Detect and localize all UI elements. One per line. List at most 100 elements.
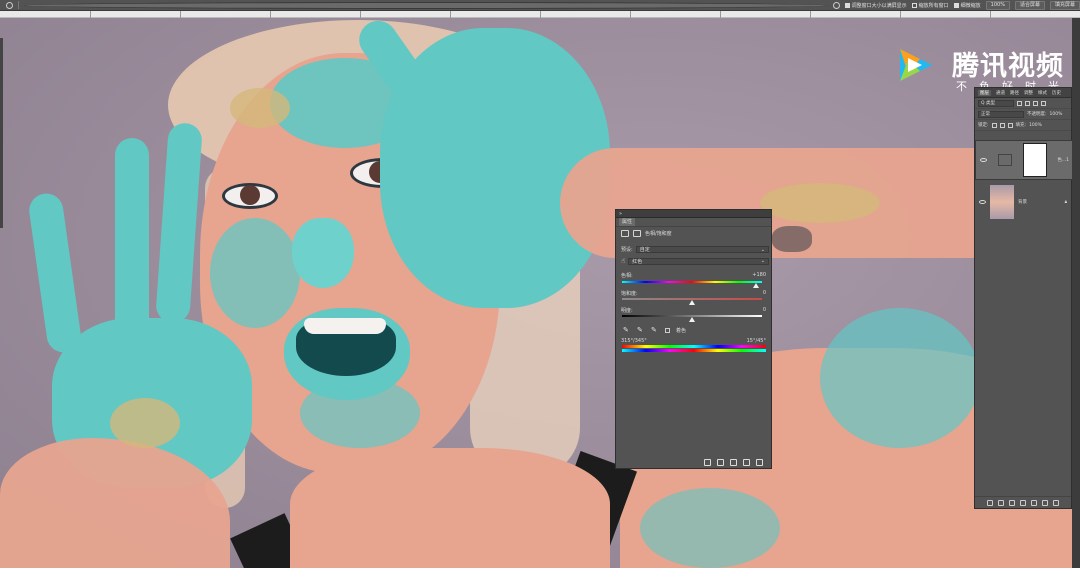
folder-icon[interactable] (1031, 499, 1037, 506)
zoom-tool-icon[interactable] (6, 1, 13, 9)
shape-filter-icon[interactable] (1041, 100, 1046, 106)
adjustment-header: 色相/饱和度 (616, 227, 771, 239)
eyedropper-plus-icon[interactable]: ✎ (637, 326, 645, 334)
range-right-value: 15°/45° (746, 338, 766, 344)
visibility-eye-icon[interactable] (979, 200, 986, 204)
chevron-down-icon: ⌄ (760, 258, 765, 264)
visibility-eye-icon[interactable] (980, 158, 987, 162)
teeth (304, 318, 386, 334)
tab-history[interactable]: 历史 (1052, 90, 1061, 96)
options-bar: 调整窗口大小以满屏显示 缩放所有窗口 细微缩放 100% 适合屏幕 填充屏幕 (0, 0, 1080, 11)
adjustment-name: 色相/饱和度 (645, 230, 672, 237)
skin-mottle (110, 398, 180, 448)
mask-icon[interactable] (633, 229, 641, 237)
zoom-in-icon[interactable] (24, 1, 828, 9)
scrubby-zoom-checkbox[interactable]: 细微缩放 (953, 2, 981, 9)
lightness-label: 明度: (621, 308, 633, 314)
separator (18, 1, 19, 9)
layer-item[interactable]: 色...1 (975, 140, 1073, 180)
zoom-all-windows-label: 缩放所有窗口 (918, 2, 949, 9)
resize-windows-checkbox[interactable]: 调整窗口大小以满屏显示 (844, 2, 907, 9)
chest-patch (640, 488, 780, 568)
layer-mask-thumbnail[interactable] (1022, 143, 1047, 177)
checkbox-box[interactable] (844, 2, 850, 8)
chevron-down-icon: ⌄ (760, 246, 765, 253)
shoulder-patch (820, 308, 980, 448)
visibility-eye-icon[interactable] (743, 458, 750, 466)
trash-icon[interactable] (756, 458, 763, 466)
adjustment-layer-icon (997, 154, 1012, 166)
colorize-label: 着色 (676, 327, 687, 334)
lock-all-icon[interactable] (1007, 122, 1013, 128)
collapse-icon[interactable]: » (619, 211, 622, 217)
hue-slider-thumb[interactable] (753, 283, 760, 288)
tab-channels[interactable]: 通道 (996, 90, 1005, 96)
tab-layers[interactable]: 图层 (978, 89, 991, 96)
adjust-filter-icon[interactable] (1025, 100, 1030, 106)
checkbox-box[interactable] (911, 2, 917, 8)
document-canvas[interactable]: 腾讯视频 不负好时光 (0, 18, 1080, 568)
layer-name[interactable]: 色...1 (1057, 157, 1069, 163)
fill-value[interactable]: 100% (1029, 123, 1042, 128)
fill-label: 填充: (1015, 123, 1027, 128)
zoom-out-icon[interactable] (832, 1, 840, 9)
color-bar-bottom[interactable] (622, 349, 766, 352)
preset-label: 预设: (621, 247, 633, 253)
toolbar-edge (0, 38, 3, 228)
panel-header: » (616, 210, 771, 218)
lock-label: 锁定: (978, 123, 989, 128)
right-dock-edge (1072, 18, 1080, 568)
fill-screen-button[interactable]: 填充屏幕 (1049, 0, 1080, 10)
resize-windows-label: 调整窗口大小以满屏显示 (851, 2, 907, 9)
watermark: 腾讯视频 不负好时光 (896, 44, 1072, 93)
tab-paths[interactable]: 路径 (1010, 90, 1019, 96)
tab-styles[interactable]: 样式 (1038, 90, 1047, 96)
adjustment-icon[interactable] (1020, 499, 1026, 506)
trash-icon[interactable] (1053, 499, 1059, 506)
eyedropper-minus-icon[interactable]: ✎ (651, 326, 659, 334)
range-left-value: 315°/345° (621, 338, 647, 344)
hand-adjust-icon[interactable]: ☝ (621, 257, 625, 265)
saturation-value[interactable]: 0 (763, 290, 766, 297)
tencent-video-logo-icon (900, 49, 932, 81)
layer-name[interactable]: 背景 (1018, 199, 1027, 205)
channel-select[interactable]: 红色 ⌄ (628, 257, 769, 265)
layers-footer (975, 496, 1071, 508)
colorize-checkbox[interactable] (665, 327, 670, 333)
blend-mode-select[interactable]: 正常 (978, 110, 1024, 118)
lightness-slider-thumb[interactable] (689, 317, 695, 322)
fx-icon[interactable] (998, 499, 1004, 506)
view-previous-icon[interactable] (717, 458, 724, 466)
hue-value[interactable]: +180 (752, 272, 766, 279)
saturation-slider-thumb[interactable] (689, 300, 695, 305)
zoom-100-button[interactable]: 100% (985, 0, 1010, 10)
clip-to-layer-icon[interactable] (704, 458, 711, 466)
saturation-row: 饱和度: 0 (621, 290, 766, 297)
saturation-label: 饱和度: (621, 291, 638, 297)
blend-row: 正常 不透明度: 100% (975, 109, 1071, 120)
pixel-filter-icon[interactable] (1017, 100, 1022, 106)
opacity-value[interactable]: 100% (1050, 112, 1063, 117)
type-filter-icon[interactable] (1033, 100, 1038, 106)
layer-filter-select[interactable]: Q 类型 (978, 99, 1014, 107)
tab-properties[interactable]: 属性 (619, 218, 636, 226)
eyedropper-row: ✎ ✎ ✎ 着色 (623, 326, 686, 334)
lightness-value[interactable]: 0 (763, 307, 766, 314)
layer-thumbnail[interactable] (990, 185, 1014, 219)
checkbox-box[interactable] (953, 2, 959, 8)
hue-track[interactable] (622, 281, 762, 283)
range-labels: 315°/345° 15°/45° (621, 338, 766, 344)
tab-adjustments[interactable]: 调整 (1024, 90, 1033, 96)
layer-item[interactable]: 背景 🔒︎ (975, 182, 1073, 222)
link-icon[interactable] (987, 499, 993, 506)
zoom-all-windows-checkbox[interactable]: 缩放所有窗口 (911, 2, 949, 9)
new-layer-icon[interactable] (1042, 499, 1048, 506)
preset-select[interactable]: 自定 ⌄ (635, 246, 769, 253)
fit-screen-button[interactable]: 适合屏幕 (1014, 0, 1045, 10)
lock-pixels-icon[interactable] (991, 122, 997, 128)
add-mask-icon[interactable] (1009, 499, 1015, 506)
cheek-patch (210, 218, 300, 328)
lock-position-icon[interactable] (999, 122, 1005, 128)
reset-icon[interactable] (730, 458, 737, 466)
eyedropper-icon[interactable]: ✎ (623, 326, 631, 334)
